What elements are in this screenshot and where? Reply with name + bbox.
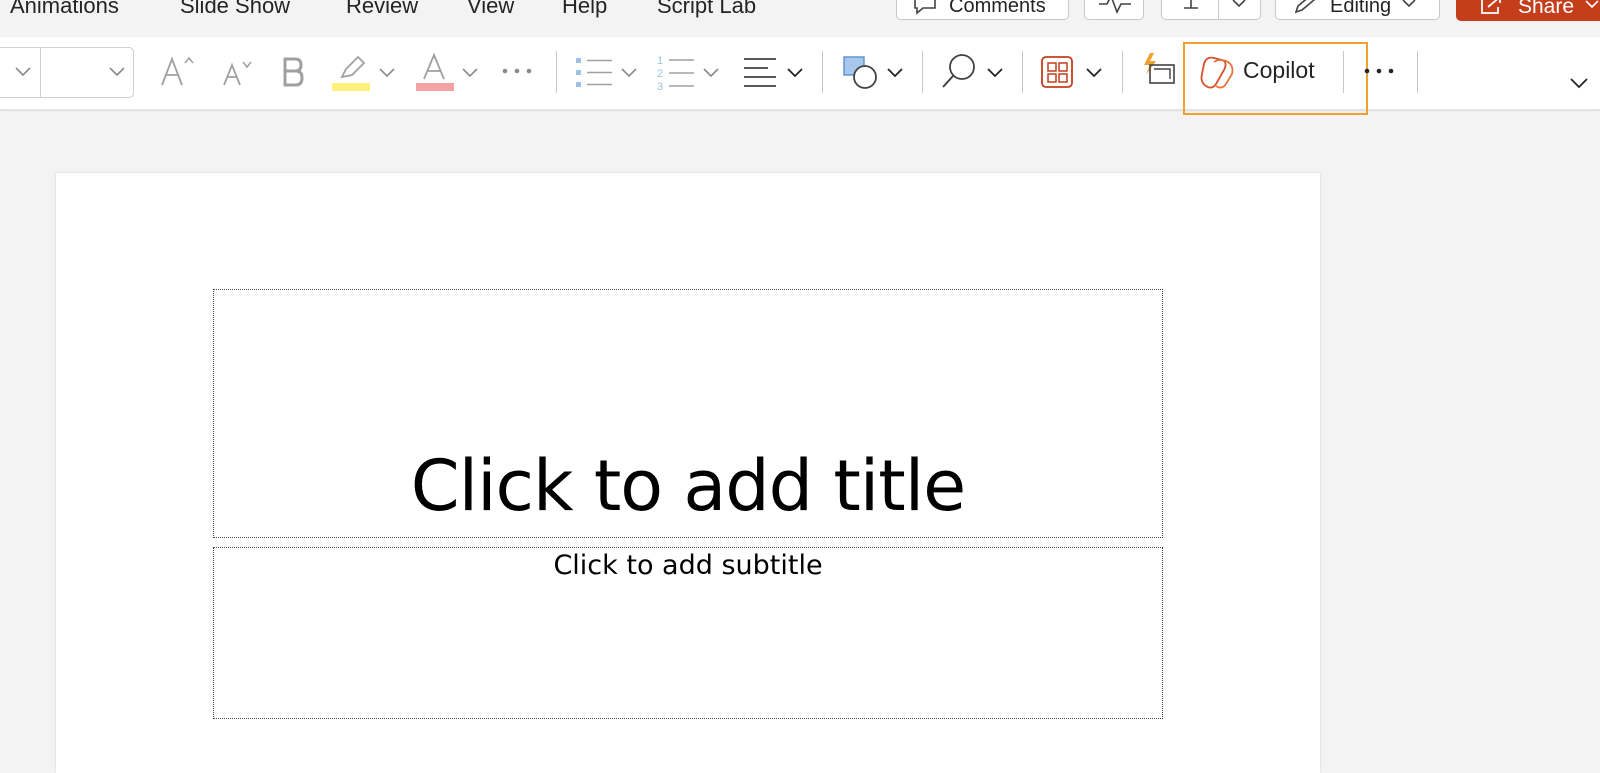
comments-button[interactable]: Comments — [896, 0, 1069, 20]
chevron-down-icon[interactable] — [376, 63, 398, 83]
highlight-icon[interactable] — [332, 51, 372, 93]
ribbon-separator — [1022, 51, 1023, 93]
ribbon-separator — [1122, 51, 1123, 93]
chevron-down-icon — [15, 67, 31, 77]
chevron-down-icon[interactable] — [459, 63, 481, 83]
search-icon[interactable] — [940, 51, 980, 93]
ribbon-separator — [822, 51, 823, 93]
font-name-dropdown[interactable] — [0, 47, 42, 98]
chevron-down-icon[interactable] — [1227, 0, 1251, 18]
chevron-down-icon[interactable] — [1083, 63, 1105, 83]
ribbon-separator — [1343, 51, 1344, 93]
catch-up-button[interactable] — [1084, 0, 1144, 20]
home-ribbon: 1 2 3 Copilot — [0, 37, 1600, 115]
designer-icon[interactable] — [1040, 55, 1076, 91]
share-icon — [1481, 0, 1501, 14]
tab-help[interactable]: Help — [562, 0, 607, 19]
activity-icon — [1099, 0, 1131, 14]
ribbon-separator — [922, 51, 923, 93]
editing-label: Editing — [1330, 0, 1392, 17]
svg-text:1: 1 — [657, 55, 663, 67]
chevron-down-icon — [1585, 0, 1599, 8]
chevron-down-icon[interactable] — [784, 63, 806, 83]
more-options-icon[interactable] — [1362, 65, 1398, 77]
share-label: Share — [1518, 0, 1575, 18]
title-placeholder-text: Click to add title — [410, 445, 966, 527]
tab-animations[interactable]: Animations — [10, 0, 119, 19]
font-color-icon[interactable] — [416, 51, 456, 93]
decrease-font-size-icon[interactable] — [220, 57, 256, 89]
numbering-icon[interactable]: 1 2 3 — [656, 53, 696, 93]
font-size-dropdown[interactable] — [40, 47, 134, 98]
comment-icon — [914, 0, 936, 15]
copilot-label: Copilot — [1243, 57, 1315, 83]
chevron-down-icon[interactable] — [984, 63, 1006, 83]
ribbon-separator — [1417, 51, 1418, 93]
menu-bar: Animations Slide Show Review View Help S… — [0, 0, 1600, 30]
chevron-down-icon — [109, 67, 125, 77]
present-button[interactable] — [1161, 0, 1261, 20]
shapes-icon[interactable] — [842, 53, 882, 93]
bold-icon[interactable] — [280, 55, 306, 89]
chevron-down-icon[interactable] — [700, 63, 722, 83]
share-button[interactable]: Share — [1456, 0, 1600, 21]
more-font-options-icon[interactable] — [500, 65, 536, 77]
title-placeholder[interactable]: Click to add title — [213, 289, 1163, 538]
collapse-ribbon-icon[interactable] — [1566, 73, 1592, 95]
subtitle-placeholder[interactable]: Click to add subtitle — [213, 547, 1163, 719]
chevron-down-icon[interactable] — [618, 63, 640, 83]
editing-mode-button[interactable]: Editing — [1275, 0, 1440, 20]
increase-font-size-icon[interactable] — [158, 53, 198, 89]
chevron-down-icon — [1402, 0, 1416, 8]
comments-label: Comments — [949, 0, 1046, 17]
split-divider — [1218, 0, 1219, 19]
tab-script-lab[interactable]: Script Lab — [657, 0, 756, 19]
align-icon[interactable] — [742, 55, 778, 91]
slide-canvas[interactable]: Click to add title Click to add subtitle — [56, 173, 1320, 773]
svg-text:2: 2 — [657, 68, 663, 80]
copilot-icon — [1200, 56, 1234, 89]
add-in-icon[interactable] — [1140, 51, 1176, 91]
tab-view[interactable]: View — [467, 0, 514, 19]
present-icon — [1184, 0, 1198, 9]
ribbon-separator — [556, 51, 557, 93]
pencil-icon — [1294, 0, 1316, 14]
subtitle-placeholder-text: Click to add subtitle — [553, 550, 823, 581]
svg-text:3: 3 — [657, 81, 663, 93]
tab-review[interactable]: Review — [346, 0, 418, 19]
bullets-icon[interactable] — [574, 55, 614, 91]
chevron-down-icon[interactable] — [884, 63, 906, 83]
tab-slide-show[interactable]: Slide Show — [180, 0, 290, 19]
